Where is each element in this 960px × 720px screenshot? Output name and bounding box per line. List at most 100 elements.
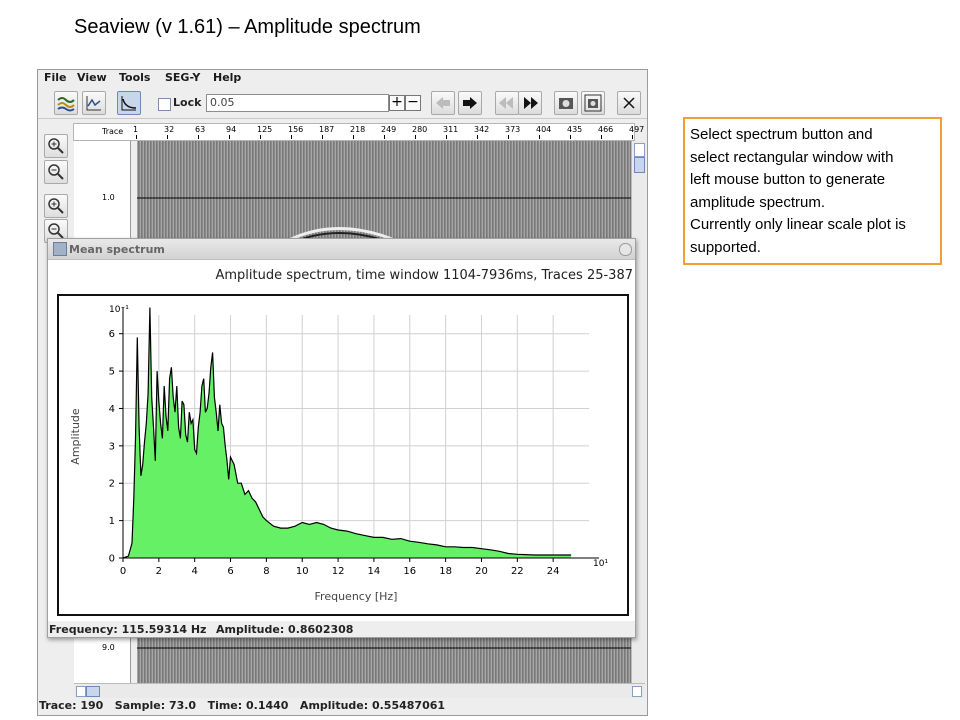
- x-tick-label: 20: [475, 566, 488, 577]
- x-tick-label: 16: [403, 566, 416, 577]
- zoom-in-button[interactable]: [44, 134, 68, 158]
- trace-tick-label: 63: [195, 125, 206, 134]
- trace-tick-label: 249: [381, 125, 397, 134]
- y-axis-label: Amplitude: [69, 408, 82, 465]
- dialog-close-button[interactable]: [619, 243, 632, 256]
- menu-bar: File View Tools SEG-Y Help: [38, 70, 647, 87]
- trace-tick-mark: [260, 135, 261, 139]
- x-tick-label: 2: [156, 566, 162, 577]
- x-tick-label: 8: [263, 566, 269, 577]
- trace-tick-label: 280: [412, 125, 428, 134]
- y-tick-label: 2: [109, 479, 115, 490]
- trace-tick-label: 373: [505, 125, 521, 134]
- snapshot-button[interactable]: [554, 91, 578, 115]
- trace-tick-mark: [229, 135, 230, 139]
- trace-tick-label: 311: [443, 125, 459, 134]
- lock-scale-input[interactable]: 0.05: [206, 94, 389, 112]
- scale-minus-button[interactable]: −: [405, 95, 421, 111]
- scroll-left-arrow[interactable]: [76, 686, 86, 697]
- seismic-view-icon: [57, 97, 75, 112]
- spectrum-chart[interactable]: 0 2 4 6 8 10 12 14 16 18 20 22 24012345610⁻¹10¹Frequ…: [59, 296, 627, 614]
- y-tick-label: 1: [109, 516, 115, 527]
- scroll-right-arrow[interactable]: [632, 686, 642, 697]
- scroll-up-arrow[interactable]: [634, 143, 645, 157]
- trace-tick-mark: [353, 135, 354, 139]
- trace-tick-mark: [477, 135, 478, 139]
- horizontal-scroll-thumb[interactable]: [86, 686, 100, 697]
- fast-forward-icon: [524, 97, 538, 109]
- mean-spectrum-dialog: Mean spectrum Amplitude spectrum, time w…: [47, 238, 636, 638]
- arrow-left-icon: [436, 97, 450, 109]
- frequency-readout: Frequency: 115.59314 Hz: [49, 623, 207, 636]
- zoom-out-icon: [48, 223, 64, 239]
- trace-tick-label: 32: [164, 125, 175, 134]
- menu-file[interactable]: File: [44, 71, 67, 84]
- trace-tick-mark: [570, 135, 571, 139]
- chart-title: Amplitude spectrum, time window 1104-793…: [215, 268, 634, 283]
- x-multiplier: 10¹: [593, 559, 608, 569]
- plus-icon: +: [391, 94, 403, 110]
- menu-tools[interactable]: Tools: [119, 71, 150, 84]
- scale-plus-button[interactable]: +: [389, 95, 405, 111]
- x-tick-label: 12: [332, 566, 345, 577]
- menu-view[interactable]: View: [77, 71, 107, 84]
- trace-tick-mark: [291, 135, 292, 139]
- x-tick-label: 6: [227, 566, 233, 577]
- trace-tick-label: 404: [536, 125, 552, 134]
- step-forward-button[interactable]: [458, 91, 482, 115]
- callout-line: supported.: [690, 238, 761, 256]
- menu-help[interactable]: Help: [213, 71, 241, 84]
- snapshot-icon: [559, 98, 573, 109]
- lock-label: Lock: [173, 96, 202, 109]
- x-tick-label: 14: [368, 566, 381, 577]
- trace-tick-label: 218: [350, 125, 366, 134]
- dialog-titlebar[interactable]: Mean spectrum: [48, 239, 635, 260]
- trace-tick-mark: [508, 135, 509, 139]
- y-multiplier: 10⁻¹: [109, 305, 129, 315]
- fast-back-button[interactable]: [495, 91, 519, 115]
- dialog-status-bar: Frequency: 115.59314 Hz Amplitude: 0.860…: [48, 621, 635, 637]
- slide-title: Seaview (v 1.61) – Amplitude spectrum: [74, 16, 421, 38]
- toolbar: Lock 0.05 + −: [38, 88, 647, 119]
- graph-view-button[interactable]: [82, 91, 106, 115]
- x-tick-label: 22: [511, 566, 524, 577]
- callout-line: Currently only linear scale plot is: [690, 216, 906, 233]
- trace-tick-label: 187: [319, 125, 335, 134]
- trace-tick-label: 1: [133, 125, 139, 134]
- close-view-button[interactable]: [617, 91, 641, 115]
- plot-frame: 0 2 4 6 8 10 12 14 16 18 20 22 24 0 1 2 3 4 5 6 10⁻¹ 10¹ Frequ…: [57, 294, 629, 616]
- spectrum-button[interactable]: [117, 91, 141, 115]
- snapshot-frame-button[interactable]: [581, 91, 605, 115]
- trace-tick-mark: [601, 135, 602, 139]
- trace-tick-label: 125: [257, 125, 273, 134]
- x-tick-label: 10: [296, 566, 309, 577]
- fast-forward-button[interactable]: [518, 91, 542, 115]
- trace-tick-mark: [632, 135, 633, 139]
- y-tick-label: 5: [109, 367, 115, 378]
- x-axis-label: Frequency [Hz]: [315, 590, 398, 603]
- trace-tick-mark: [539, 135, 540, 139]
- zoom-out-button[interactable]: [44, 160, 68, 184]
- arrow-right-icon: [463, 97, 477, 109]
- spectrum-icon: [121, 96, 137, 111]
- menu-segy[interactable]: SEG-Y: [165, 71, 200, 84]
- trace-tick-label: 466: [598, 125, 614, 134]
- y-tick-label: 0: [109, 554, 115, 565]
- dialog-title: Mean spectrum: [69, 243, 165, 256]
- horizontal-scrollbar[interactable]: [74, 683, 645, 698]
- trace-header: Trace 1 32 63 94 125 156 187 218 249 280 311 342 373…: [73, 123, 644, 141]
- seismic-view-button[interactable]: [54, 91, 78, 115]
- callout-line: select rectangular window with: [690, 148, 894, 166]
- callout-line: left mouse button to generate: [690, 171, 886, 188]
- step-back-button[interactable]: [431, 91, 455, 115]
- lock-checkbox[interactable]: [158, 98, 171, 111]
- zoom-in-vertical-button[interactable]: [44, 194, 68, 218]
- amplitude-readout: Amplitude: 0.8602308: [216, 623, 354, 636]
- x-tick-label: 0: [120, 566, 126, 577]
- trace-tick-mark: [136, 135, 137, 139]
- trace-tick-mark: [446, 135, 447, 139]
- trace-tick-mark: [167, 135, 168, 139]
- fast-back-icon: [499, 97, 513, 109]
- status-bar: Trace: 190 Sample: 73.0 Time: 0.1440 Amp…: [39, 699, 446, 712]
- vertical-scroll-thumb[interactable]: [634, 157, 645, 173]
